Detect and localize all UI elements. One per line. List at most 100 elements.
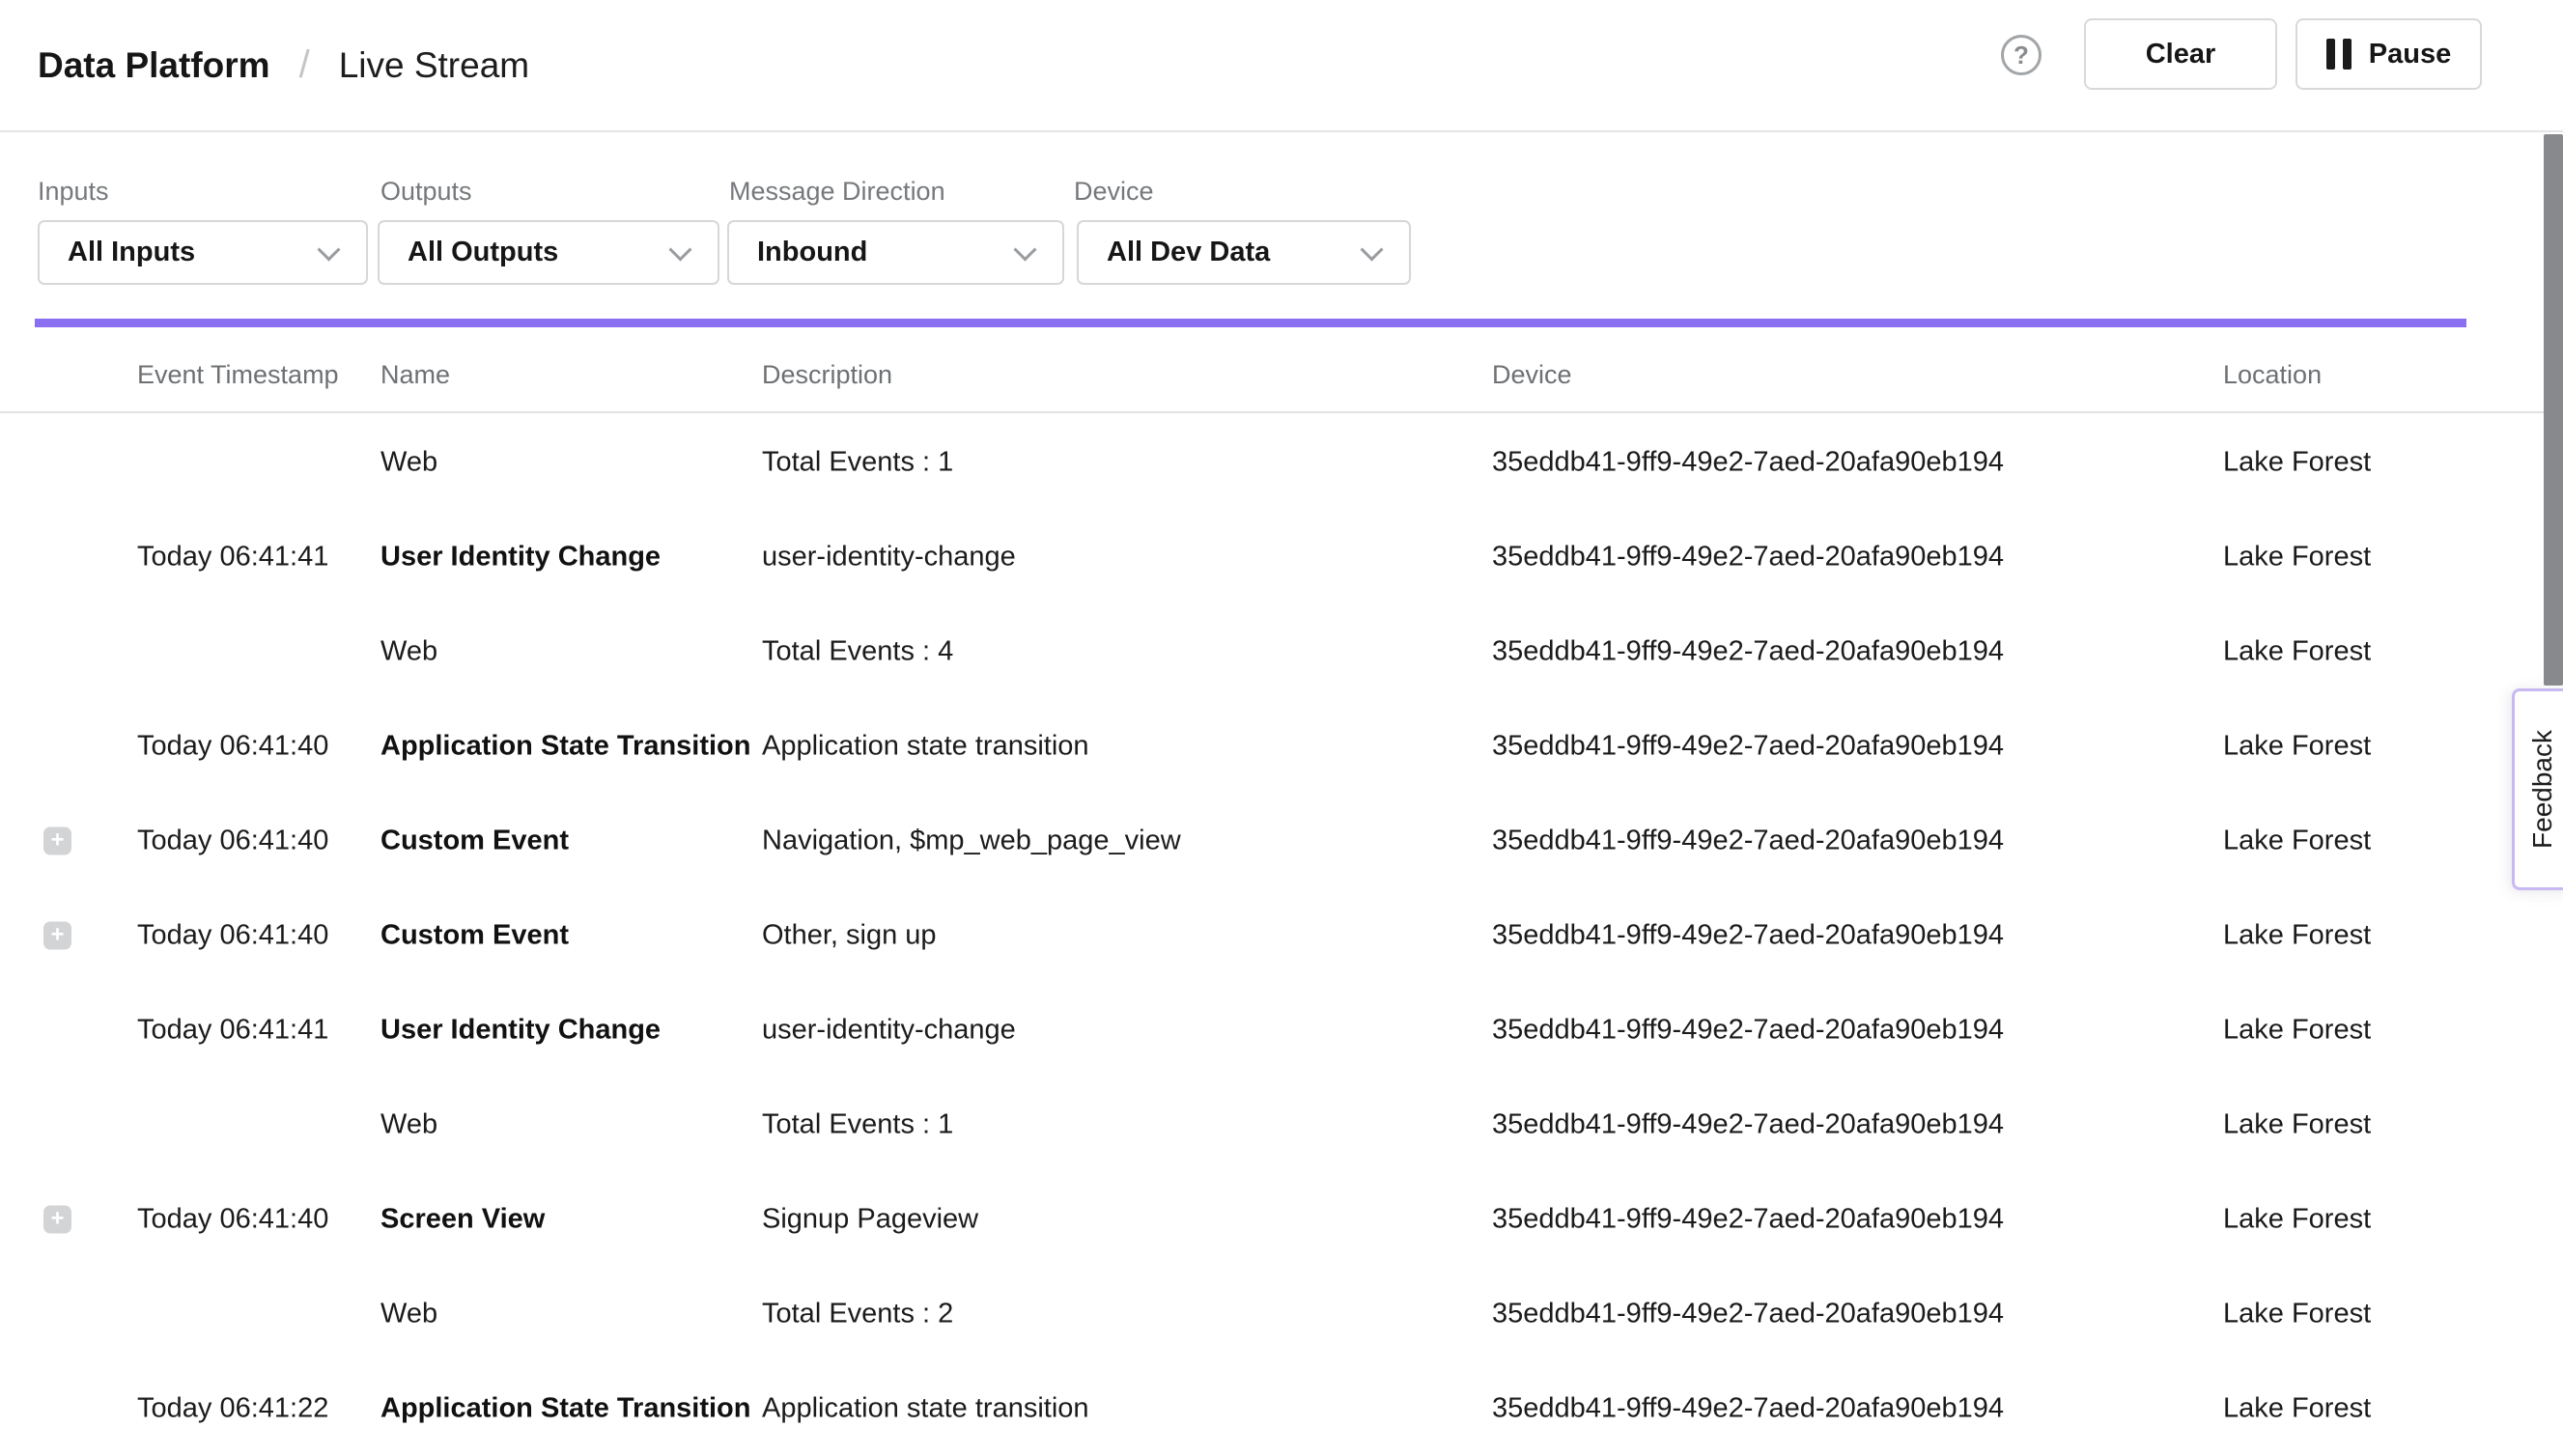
- help-icon[interactable]: ?: [2001, 35, 2042, 75]
- event-name-cell[interactable]: Custom Event: [380, 920, 569, 952]
- table-header: Event Timestamp Name Description Device …: [0, 327, 2563, 413]
- location-cell: Lake Forest: [2223, 920, 2371, 952]
- device-id-cell: 35eddb41-9ff9-49e2-7aed-20afa90eb194: [1492, 826, 2004, 857]
- breadcrumb: Data Platform / Live Stream: [38, 0, 529, 130]
- event-table-body: Web Total Events : 1 35eddb41-9ff9-49e2-7a…: [0, 415, 2563, 1456]
- event-timestamp-cell: Today 06:41:40: [137, 920, 328, 952]
- location-cell: Lake Forest: [2223, 447, 2371, 479]
- event-timestamp-cell: Today 06:41:40: [137, 826, 328, 857]
- device-id-cell: 35eddb41-9ff9-49e2-7aed-20afa90eb194: [1492, 1204, 2004, 1236]
- location-cell: Lake Forest: [2223, 542, 2371, 574]
- table-row: Web Total Events : 4 35eddb41-9ff9-49e2-7a…: [0, 604, 2563, 699]
- table-row: Web Total Events : 1 35eddb41-9ff9-49e2-7a…: [0, 415, 2563, 510]
- clear-button[interactable]: Clear: [2084, 18, 2277, 90]
- event-name-cell: Web: [380, 1109, 437, 1141]
- event-timestamp-cell: Today 06:41:40: [137, 1204, 328, 1236]
- event-timestamp-cell: Today 06:41:40: [137, 731, 328, 763]
- event-description-cell: Total Events : 1: [762, 447, 953, 479]
- device-filter-label: Device: [1074, 177, 1154, 207]
- column-header-name: Name: [380, 360, 450, 390]
- expand-row-icon[interactable]: +: [43, 1206, 71, 1234]
- device-id-cell: 35eddb41-9ff9-49e2-7aed-20afa90eb194: [1492, 731, 2004, 763]
- device-id-cell: 35eddb41-9ff9-49e2-7aed-20afa90eb194: [1492, 920, 2004, 952]
- event-description-cell: Signup Pageview: [762, 1204, 978, 1236]
- breadcrumb-separator: /: [299, 43, 310, 87]
- feedback-tab-label: Feedback: [2527, 730, 2558, 849]
- event-name-cell[interactable]: Screen View: [380, 1204, 545, 1236]
- event-name-cell[interactable]: User Identity Change: [380, 542, 661, 574]
- device-id-cell: 35eddb41-9ff9-49e2-7aed-20afa90eb194: [1492, 1015, 2004, 1047]
- event-name-cell: Web: [380, 1299, 437, 1330]
- pause-button[interactable]: Pause: [2295, 18, 2482, 90]
- location-cell: Lake Forest: [2223, 1299, 2371, 1330]
- inputs-dropdown[interactable]: All Inputs: [38, 220, 368, 285]
- column-header-description: Description: [762, 360, 892, 390]
- message-direction-dropdown[interactable]: Inbound: [727, 220, 1064, 285]
- column-header-event-timestamp: Event Timestamp: [137, 360, 339, 390]
- chevron-down-icon: [668, 238, 691, 261]
- table-row: Today 06:41:40 Application State Transiti…: [0, 699, 2563, 794]
- table-row: + Today 06:41:40 Custom Event Other, sign u…: [0, 888, 2563, 983]
- event-name-cell: Web: [380, 636, 437, 668]
- location-cell: Lake Forest: [2223, 731, 2371, 763]
- event-description-cell: Total Events : 1: [762, 1109, 953, 1141]
- feedback-tab[interactable]: Feedback: [2512, 688, 2563, 890]
- table-row: Today 06:41:22 Application State Transiti…: [0, 1361, 2563, 1456]
- event-name-cell[interactable]: User Identity Change: [380, 1015, 661, 1047]
- inputs-dropdown-value: All Inputs: [40, 237, 195, 268]
- table-row: Today 06:41:41 User Identity Change user-i…: [0, 510, 2563, 604]
- event-name-cell[interactable]: Application State Transition: [380, 1393, 751, 1425]
- stream-progress-bar: [35, 319, 2466, 327]
- outputs-dropdown[interactable]: All Outputs: [378, 220, 719, 285]
- pause-button-label: Pause: [2369, 39, 2451, 70]
- outputs-filter-label: Outputs: [380, 177, 472, 207]
- expand-row-icon[interactable]: +: [43, 922, 71, 950]
- breadcrumb-data-platform[interactable]: Data Platform: [38, 45, 270, 86]
- event-description-cell: user-identity-change: [762, 542, 1016, 574]
- top-bar: Data Platform / Live Stream ? Clear Paus…: [0, 0, 2563, 132]
- location-cell: Lake Forest: [2223, 1204, 2371, 1236]
- column-header-location: Location: [2223, 360, 2322, 390]
- message-direction-dropdown-value: Inbound: [729, 237, 867, 268]
- location-cell: Lake Forest: [2223, 636, 2371, 668]
- event-timestamp-cell: Today 06:41:41: [137, 542, 328, 574]
- table-row: WebTotal Events : 235eddb41-9ff9-49e2-7a…: [0, 1267, 2563, 1361]
- location-cell: Lake Forest: [2223, 1109, 2371, 1141]
- event-description-cell: Total Events : 2: [762, 1299, 953, 1330]
- event-description-cell: user-identity-change: [762, 1015, 1016, 1047]
- help-glyph: ?: [2014, 41, 2029, 70]
- device-dropdown-value: All Dev Data: [1079, 237, 1270, 268]
- column-header-device: Device: [1492, 360, 1572, 390]
- device-id-cell: 35eddb41-9ff9-49e2-7aed-20afa90eb194: [1492, 542, 2004, 574]
- event-description-cell: Application state transition: [762, 1393, 1089, 1425]
- scrollbar-thumb[interactable]: [2544, 134, 2563, 686]
- chevron-down-icon: [317, 238, 340, 261]
- expand-row-icon[interactable]: +: [43, 827, 71, 855]
- table-row: + Today 06:41:40 Custom Event Navigation, $…: [0, 794, 2563, 888]
- message-direction-filter-label: Message Direction: [729, 177, 945, 207]
- table-row: Today 06:41:41 User Identity Change user-i…: [0, 983, 2563, 1078]
- outputs-dropdown-value: All Outputs: [380, 237, 558, 268]
- device-dropdown[interactable]: All Dev Data: [1077, 220, 1411, 285]
- chevron-down-icon: [1360, 238, 1383, 261]
- chevron-down-icon: [1013, 238, 1036, 261]
- event-name-cell[interactable]: Custom Event: [380, 826, 569, 857]
- clear-button-label: Clear: [2146, 39, 2216, 70]
- table-row: WebTotal Events : 135eddb41-9ff9-49e2-7a…: [0, 1078, 2563, 1172]
- event-name-cell: Web: [380, 447, 437, 479]
- location-cell: Lake Forest: [2223, 826, 2371, 857]
- event-description-cell: Other, sign up: [762, 920, 937, 952]
- table-row: + Today 06:41:40 Screen View Signup Pagevie…: [0, 1172, 2563, 1267]
- event-description-cell: Application state transition: [762, 731, 1089, 763]
- page-title: Live Stream: [339, 45, 529, 86]
- event-name-cell[interactable]: Application State Transition: [380, 731, 751, 763]
- event-description-cell: Navigation, $mp_web_page_view: [762, 826, 1181, 857]
- pause-icon: [2326, 39, 2352, 70]
- event-description-cell: Total Events : 4: [762, 636, 953, 668]
- event-timestamp-cell: Today 06:41:22: [137, 1393, 328, 1425]
- location-cell: Lake Forest: [2223, 1393, 2371, 1425]
- event-timestamp-cell: Today 06:41:41: [137, 1015, 328, 1047]
- device-id-cell: 35eddb41-9ff9-49e2-7aed-20afa90eb194: [1492, 1393, 2004, 1425]
- device-id-cell: 35eddb41-9ff9-49e2-7aed-20afa90eb194: [1492, 636, 2004, 668]
- device-id-cell: 35eddb41-9ff9-49e2-7aed-20afa90eb194: [1492, 447, 2004, 479]
